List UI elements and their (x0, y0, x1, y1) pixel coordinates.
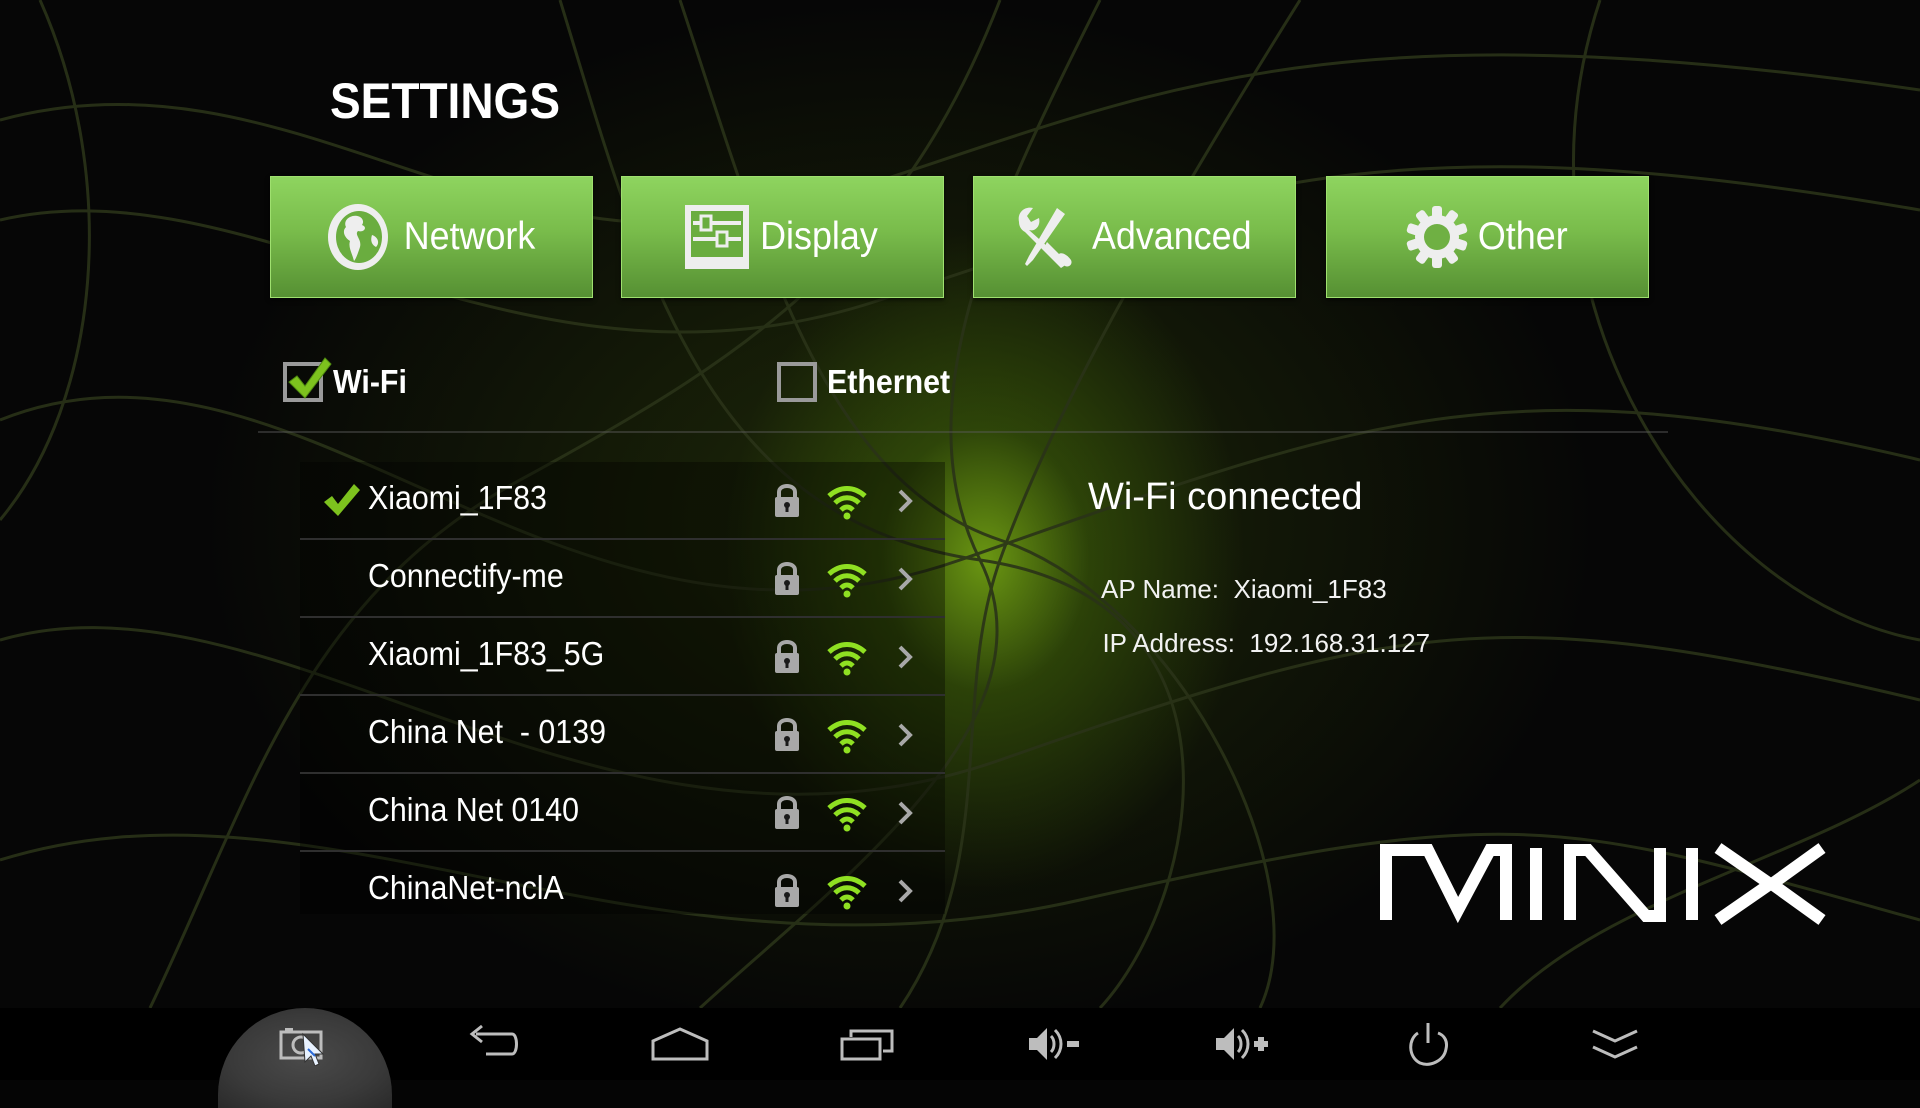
wifi-ssid: China Net - 0139 (368, 713, 606, 750)
ip-address-line: IP Address: 192.168.31.127 (1088, 597, 1430, 659)
wifi-toggle[interactable]: Wi-Fi (283, 357, 413, 402)
connected-check-icon (324, 484, 360, 516)
nav-expand-button[interactable] (1555, 1008, 1675, 1080)
tab-other-label: Other (1477, 215, 1568, 258)
ap-name-line: AP Name: Xiaomi_1F83 (1088, 543, 1387, 605)
tab-network[interactable]: Network (270, 176, 593, 298)
lock-icon (775, 484, 799, 517)
wifi-signal-icon (827, 876, 867, 910)
home-icon (651, 1027, 709, 1061)
chevron-double-down-icon (1592, 1029, 1638, 1059)
back-icon (469, 1024, 518, 1056)
chevron-right-icon[interactable] (896, 643, 914, 671)
wifi-network-row[interactable]: Connectify-me (300, 540, 945, 618)
wifi-signal-icon (827, 564, 867, 598)
wifi-signal-icon (827, 642, 867, 676)
lock-icon (775, 562, 799, 595)
volume-down-icon (1029, 1028, 1079, 1060)
chevron-right-icon[interactable] (896, 565, 914, 593)
ethernet-label: Ethernet (827, 363, 951, 400)
wifi-ssid: Connectify-me (368, 557, 564, 594)
system-navigation-bar (0, 1008, 1920, 1108)
lock-icon (775, 796, 799, 829)
tab-advanced[interactable]: Advanced (973, 176, 1296, 298)
lock-icon (775, 718, 799, 751)
lock-icon (775, 874, 799, 907)
wifi-ssid: Xiaomi_1F83_5G (368, 635, 605, 672)
checkmark-icon (288, 357, 332, 399)
chevron-right-icon[interactable] (896, 799, 914, 827)
volume-up-icon (1216, 1028, 1268, 1060)
wifi-checkbox[interactable] (283, 357, 332, 402)
minix-logo (1380, 843, 1826, 925)
power-icon (1409, 1023, 1448, 1066)
tab-advanced-label: Advanced (1091, 215, 1252, 258)
tab-display[interactable]: Display (621, 176, 944, 298)
wifi-ssid: Xiaomi_1F83 (368, 479, 547, 516)
tab-other[interactable]: Other (1326, 176, 1649, 298)
globe-icon (327, 204, 388, 270)
nav-home-button[interactable] (620, 1008, 740, 1080)
ip-address-label: IP Address: (1102, 628, 1235, 658)
wifi-network-row[interactable]: ChinaNet-nclA (300, 852, 945, 930)
wifi-signal-icon (827, 720, 867, 754)
wifi-label: Wi-Fi (333, 363, 407, 400)
gear-icon (1406, 206, 1467, 268)
wifi-network-row[interactable]: China Net 0140 (300, 774, 945, 852)
chevron-right-icon[interactable] (896, 721, 914, 749)
wifi-network-row[interactable]: China Net - 0139 (300, 696, 945, 774)
nav-screenshot-button[interactable] (245, 1008, 365, 1080)
screenshot-icon (279, 1028, 325, 1066)
section-divider (258, 431, 1668, 433)
wifi-network-row[interactable]: Xiaomi_1F83_5G (300, 618, 945, 696)
lock-icon (775, 640, 799, 673)
nav-back-button[interactable] (432, 1008, 552, 1080)
ip-address-value: 192.168.31.127 (1249, 628, 1431, 658)
chevron-right-icon[interactable] (896, 877, 914, 905)
wifi-ssid: ChinaNet-nclA (368, 869, 564, 906)
ethernet-toggle[interactable]: Ethernet (777, 362, 961, 402)
nav-power-button[interactable] (1368, 1008, 1488, 1080)
wifi-signal-icon (827, 798, 867, 832)
page-title: SETTINGS (330, 73, 561, 129)
chevron-right-icon[interactable] (896, 487, 914, 515)
nav-recents-button[interactable] (807, 1008, 927, 1080)
tab-display-label: Display (759, 215, 878, 258)
tab-network-label: Network (403, 215, 536, 258)
wifi-ssid: China Net 0140 (368, 791, 579, 828)
wifi-signal-icon (827, 486, 867, 520)
connection-status-heading: Wi-Fi connected (1088, 476, 1363, 518)
recents-icon (840, 1029, 894, 1061)
wifi-network-list: Xiaomi_1F83 Connectify-me Xiaomi_1F83_5G Ch… (300, 462, 945, 914)
wifi-network-row[interactable]: Xiaomi_1F83 (300, 462, 945, 540)
tools-icon (1018, 207, 1072, 268)
ethernet-checkbox[interactable] (777, 362, 817, 402)
nav-volume-down-button[interactable] (995, 1008, 1115, 1080)
sliders-icon (684, 205, 749, 269)
nav-volume-up-button[interactable] (1182, 1008, 1302, 1080)
